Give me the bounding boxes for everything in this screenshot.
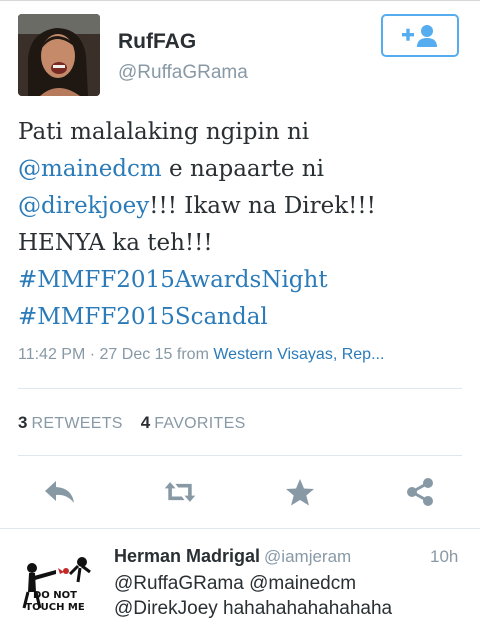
reply-text-line: @RuffaGRama @mainedcm (114, 573, 357, 594)
tweet-text: Pati malalaking ngipin ni @mainedcm e nap… (18, 114, 466, 336)
tweet-text-segment: Pati malalaking ngipin ni (18, 119, 310, 145)
tweet-text-line: #MMFF2015AwardsNight (18, 262, 466, 299)
tweet-text-segment: e napaarte ni (161, 156, 324, 182)
hashtag-link[interactable]: #MMFF2015Scandal (18, 304, 268, 330)
from-label: from (176, 346, 209, 363)
divider (18, 455, 462, 456)
reply-avatar-caption: DO NOT TOUCH ME (20, 590, 90, 614)
retweets-count: 3 (18, 413, 28, 432)
mention-link[interactable]: @mainedcm (18, 156, 162, 182)
reply-author[interactable]: Herman Madrigal @iamjeram (114, 546, 351, 567)
reply-text: @RuffaGRama @mainedcm @DirekJoey hahahah… (114, 571, 474, 621)
reply-timestamp: 10h (430, 547, 459, 566)
reply-display-name: Herman Madrigal (114, 546, 261, 566)
retweet-icon (164, 482, 196, 502)
retweet-button[interactable] (162, 476, 198, 508)
star-icon (286, 479, 314, 506)
share-button[interactable] (402, 476, 438, 508)
reply-icon (45, 481, 74, 503)
hashtag-link[interactable]: #MMFF2015AwardsNight (18, 267, 328, 293)
author-avatar-image (18, 14, 100, 96)
add-user-icon (402, 24, 437, 47)
reply-text-line: @DirekJoey hahahahahahahaha (114, 598, 393, 619)
tweet-text-line: @direkjoey!!! Ikaw na Direk!!! (18, 188, 466, 225)
tweet-timestamp: 11:42 PM · 27 Dec 15 (18, 346, 173, 363)
tweet-stats: 3 RETWEETS 4 FAVORITES (18, 413, 246, 433)
follow-button[interactable] (381, 14, 459, 57)
retweets-stat[interactable]: 3 RETWEETS (18, 413, 123, 432)
tweet-text-line: Pati malalaking ngipin ni (18, 114, 466, 151)
favorites-count: 4 (140, 413, 151, 432)
reply-avatar[interactable]: DO NOT TOUCH ME (18, 546, 100, 628)
reply-avatar-caption-line: DO NOT (33, 590, 77, 601)
tweet-location-link[interactable]: Western Visayas, Rep... (213, 346, 384, 363)
tweet-text-line: HENYA ka teh!!! (18, 225, 466, 262)
reply-button[interactable] (42, 476, 78, 508)
author-avatar[interactable] (18, 14, 100, 96)
top-border (0, 0, 480, 1)
tweet-text-segment: !!! Ikaw na Direk!!! (149, 193, 376, 219)
divider (0, 528, 480, 529)
tweet-text-segment: HENYA ka teh!!! (18, 230, 213, 256)
share-icon (407, 478, 433, 506)
retweets-label: RETWEETS (31, 415, 123, 432)
author-handle[interactable]: @RuffaGRama (118, 62, 248, 84)
author-display-name[interactable]: RufFAG (118, 30, 196, 54)
reply-avatar-image (18, 546, 100, 628)
tweet-text-line: @mainedcm e napaarte ni (18, 151, 466, 188)
favorites-label: FAVORITES (154, 415, 246, 432)
reply-handle: @iamjeram (264, 547, 352, 566)
favorite-button[interactable] (282, 476, 318, 508)
tweet-text-line: #MMFF2015Scandal (18, 299, 466, 336)
mention-link[interactable]: @direkjoey (18, 193, 149, 219)
favorites-stat[interactable]: 4 FAVORITES (140, 413, 246, 432)
reply-avatar-caption-line: TOUCH ME (25, 602, 85, 613)
divider (18, 388, 462, 389)
tweet-meta: 11:42 PM · 27 Dec 15 from Western Visaya… (18, 346, 468, 364)
